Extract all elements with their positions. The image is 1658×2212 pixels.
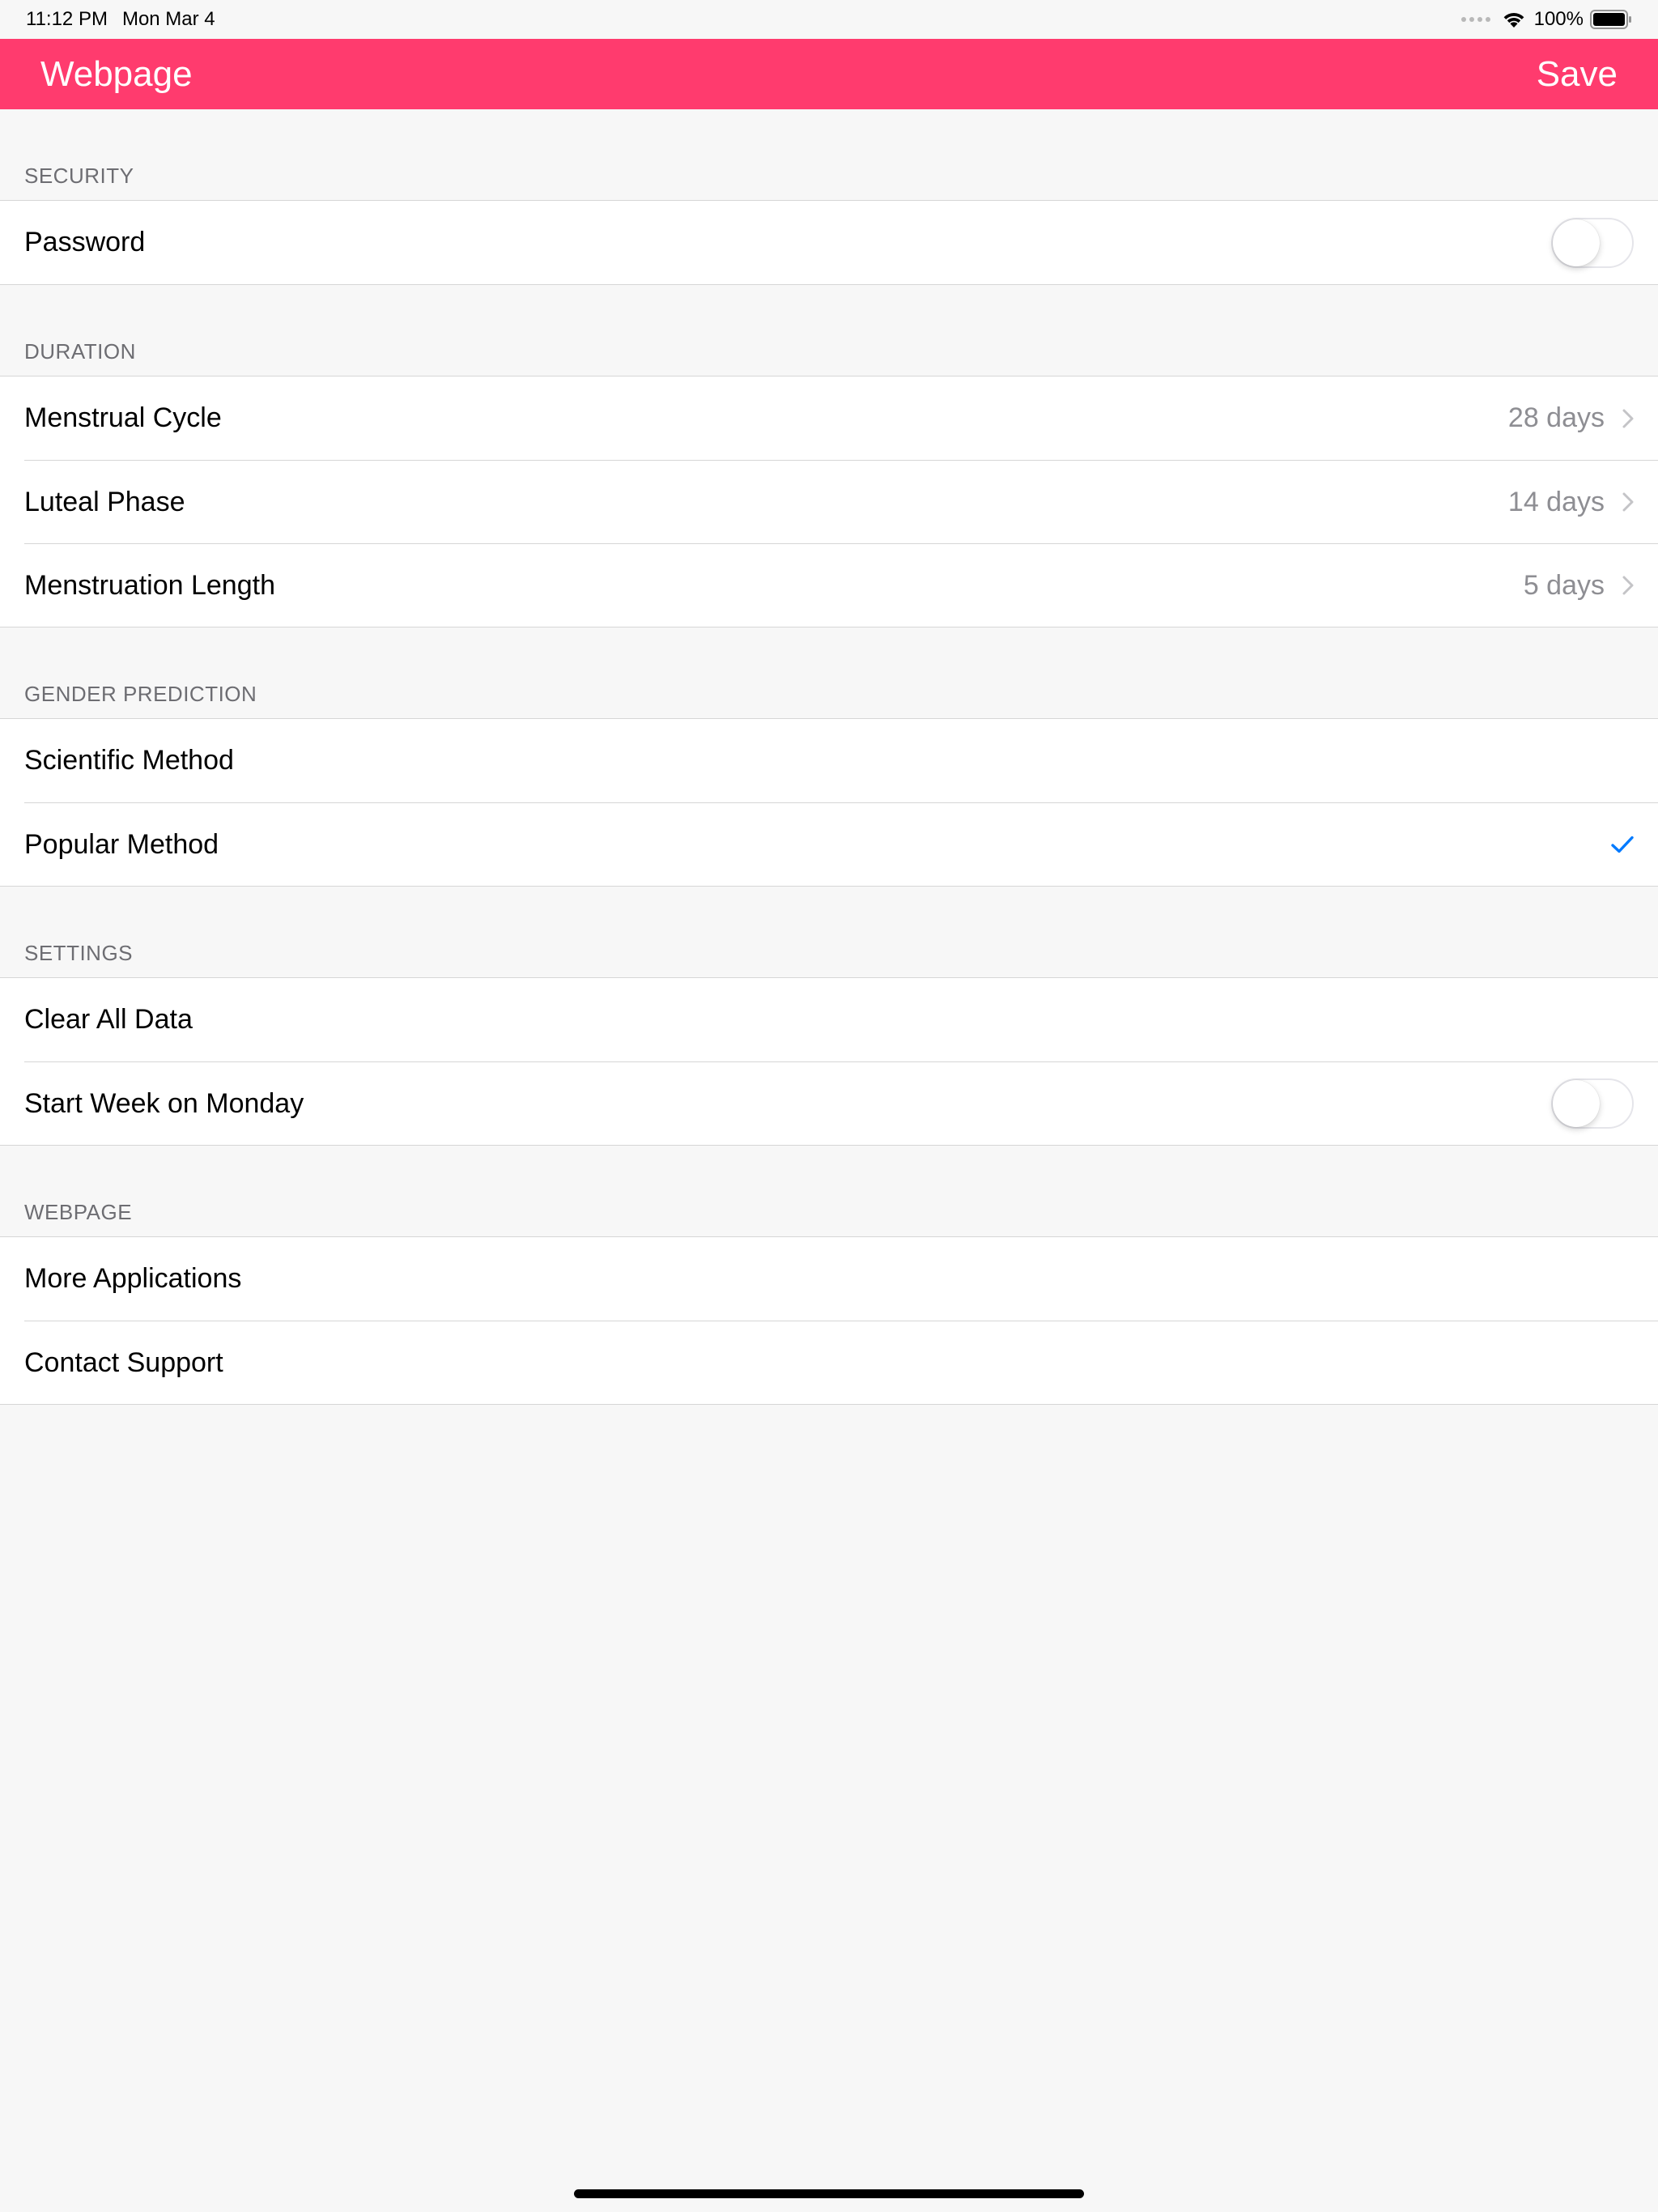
webpage-group: More Applications Contact Support [0,1236,1658,1405]
section-header-settings: SETTINGS [24,941,134,965]
password-row: Password [0,201,1658,284]
more-applications-row[interactable]: More Applications [0,1237,1658,1321]
menstruation-length-row[interactable]: Menstruation Length 5 days [0,543,1658,627]
password-toggle[interactable] [1551,217,1634,268]
scientific-method-label: Scientific Method [24,745,234,776]
menstrual-cycle-label: Menstrual Cycle [24,402,222,433]
section-header-gender-prediction: GENDER PREDICTION [24,682,257,706]
clear-all-data-label: Clear All Data [24,1004,193,1035]
duration-group: Menstrual Cycle 28 days Luteal Phase 14 … [0,376,1658,627]
menstruation-length-label: Menstruation Length [24,569,275,601]
contact-support-label: Contact Support [24,1346,223,1378]
section-header-duration: DURATION [24,339,136,364]
status-time: 11:12 PM [26,8,108,30]
more-applications-label: More Applications [24,1263,242,1294]
save-button[interactable]: Save [1537,39,1618,109]
password-label: Password [24,227,146,257]
status-left: 11:12 PM Mon Mar 4 [26,6,230,32]
toggle-knob [1553,219,1600,266]
home-indicator[interactable] [574,2189,1084,2198]
popular-method-label: Popular Method [24,828,219,860]
chevron-right-icon [1622,409,1634,428]
chevron-right-icon [1622,492,1634,512]
luteal-phase-row[interactable]: Luteal Phase 14 days [0,460,1658,543]
section-header-webpage: WEBPAGE [24,1200,133,1224]
toggle-knob [1553,1080,1600,1127]
checkmark-icon [1611,836,1634,853]
cellular-signal-icon [1460,17,1490,22]
settings-group: Clear All Data Start Week on Monday [0,977,1658,1146]
navigation-bar: Webpage Save [0,39,1658,109]
start-week-monday-row: Start Week on Monday [0,1061,1658,1145]
contact-support-row[interactable]: Contact Support [0,1321,1658,1404]
clear-all-data-row[interactable]: Clear All Data [0,978,1658,1061]
settings-list: SECURITY Password DURATION Menstrual Cyc… [0,109,1658,1405]
popular-method-row[interactable]: Popular Method [0,802,1658,886]
page-title: Webpage [40,54,193,94]
start-week-monday-label: Start Week on Monday [24,1087,304,1119]
scientific-method-row[interactable]: Scientific Method [0,719,1658,802]
menstrual-cycle-row[interactable]: Menstrual Cycle 28 days [0,376,1658,460]
section-header-security: SECURITY [24,164,134,188]
battery-percentage: 100% [1533,8,1584,30]
gender-prediction-group: Scientific Method Popular Method [0,718,1658,887]
status-bar: 11:12 PM Mon Mar 4 100% [0,0,1658,39]
chevron-right-icon [1622,576,1634,595]
menstruation-length-value: 5 days [1523,569,1605,601]
start-week-monday-toggle[interactable] [1551,1078,1634,1129]
luteal-phase-value: 14 days [1507,486,1605,517]
menstrual-cycle-value: 28 days [1507,402,1605,433]
battery-icon [1590,10,1631,29]
security-group: Password [0,200,1658,285]
luteal-phase-label: Luteal Phase [24,486,185,517]
status-right: 100% [1460,6,1632,32]
wifi-icon [1503,13,1524,28]
status-date: Mon Mar 4 [121,8,215,30]
